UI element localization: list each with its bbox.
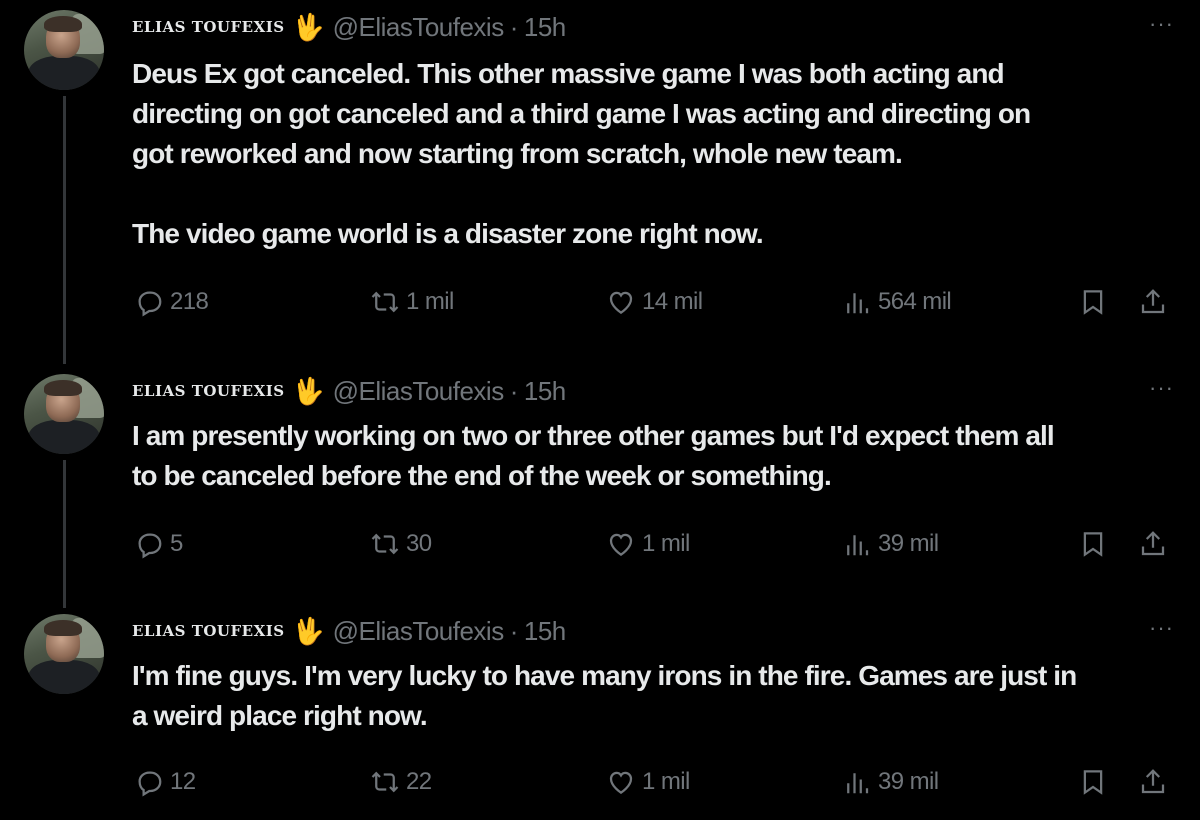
bookmark-icon xyxy=(1083,770,1103,795)
author-name[interactable]: ELIAS TOUFEXIS xyxy=(132,622,285,640)
separator-dot: · xyxy=(509,11,519,42)
tweet-text: I am presently working on two or three o… xyxy=(132,420,1055,491)
tweet-text: Deus Ex got canceled. This other massive… xyxy=(132,58,1031,249)
tweet-thread: ELIAS TOUFEXIS 🖖 @EliasToufexis · 15h ··… xyxy=(0,0,1200,820)
avatar[interactable] xyxy=(24,374,104,454)
views-button[interactable]: 564 mil xyxy=(842,282,952,322)
author-name[interactable]: ELIAS TOUFEXIS xyxy=(132,382,285,400)
author-handle[interactable]: @EliasToufexis xyxy=(333,616,505,647)
tweet-actions: 12 22 1 mil 39 mil xyxy=(0,762,1200,802)
tweet-actions: 218 1 mil 14 mil 564 mil xyxy=(0,282,1200,322)
views-count: 39 mil xyxy=(878,768,939,795)
author-name[interactable]: ELIAS TOUFEXIS xyxy=(132,18,285,36)
share-icon xyxy=(1141,289,1165,314)
repost-icon xyxy=(371,533,399,555)
vulcan-salute-icon: 🖖 xyxy=(292,375,325,406)
tweet-actions: 5 30 1 mil 39 mil xyxy=(0,524,1200,564)
like-count: 14 mil xyxy=(642,288,703,315)
more-icon[interactable]: ··· xyxy=(1149,617,1174,639)
bookmark-button[interactable] xyxy=(1078,282,1114,322)
separator-dot: · xyxy=(509,615,519,646)
views-count: 39 mil xyxy=(878,530,939,557)
tweet-header: ELIAS TOUFEXIS 🖖 @EliasToufexis · 15h xyxy=(132,616,566,646)
repost-button[interactable]: 22 xyxy=(370,762,432,802)
reply-count: 12 xyxy=(170,768,196,795)
views-button[interactable]: 39 mil xyxy=(842,524,939,564)
like-count: 1 mil xyxy=(642,530,690,557)
reply-count: 5 xyxy=(170,530,183,557)
repost-icon xyxy=(371,771,399,793)
tweet-header: ELIAS TOUFEXIS 🖖 @EliasToufexis · 15h xyxy=(132,376,566,406)
views-count: 564 mil xyxy=(878,288,952,315)
tweet-text: I'm fine guys. I'm very lucky to have ma… xyxy=(132,660,1077,731)
timestamp[interactable]: 15h xyxy=(524,376,566,407)
tweet[interactable]: ELIAS TOUFEXIS 🖖 @EliasToufexis · 15h ··… xyxy=(0,10,1200,350)
bookmark-icon xyxy=(1083,290,1103,315)
bookmark-icon xyxy=(1083,532,1103,557)
repost-button[interactable]: 1 mil xyxy=(370,282,454,322)
avatar[interactable] xyxy=(24,614,104,694)
reply-icon xyxy=(138,291,162,317)
tweet[interactable]: ELIAS TOUFEXIS 🖖 @EliasToufexis · 15h ··… xyxy=(0,374,1200,584)
like-button[interactable]: 14 mil xyxy=(606,282,703,322)
vulcan-salute-icon: 🖖 xyxy=(292,615,325,646)
like-button[interactable]: 1 mil xyxy=(606,762,690,802)
tweet[interactable]: ELIAS TOUFEXIS 🖖 @EliasToufexis · 15h ··… xyxy=(0,614,1200,814)
more-icon[interactable]: ··· xyxy=(1149,377,1174,399)
timestamp[interactable]: 15h xyxy=(524,12,566,43)
like-count: 1 mil xyxy=(642,768,690,795)
timestamp[interactable]: 15h xyxy=(524,616,566,647)
like-button[interactable]: 1 mil xyxy=(606,524,690,564)
repost-count: 1 mil xyxy=(406,288,454,315)
share-button[interactable] xyxy=(1138,762,1174,802)
separator-dot: · xyxy=(509,375,519,406)
author-handle[interactable]: @EliasToufexis xyxy=(333,12,505,43)
like-icon xyxy=(609,291,633,314)
reply-button[interactable]: 5 xyxy=(134,524,183,564)
avatar[interactable] xyxy=(24,10,104,90)
views-icon xyxy=(847,293,869,314)
reply-count: 218 xyxy=(170,288,209,315)
more-icon[interactable]: ··· xyxy=(1149,13,1174,35)
bookmark-button[interactable] xyxy=(1078,762,1114,802)
share-icon xyxy=(1141,531,1165,556)
share-button[interactable] xyxy=(1138,282,1174,322)
views-button[interactable]: 39 mil xyxy=(842,762,939,802)
repost-icon xyxy=(371,291,399,313)
share-icon xyxy=(1141,769,1165,794)
repost-count: 22 xyxy=(406,768,432,795)
like-icon xyxy=(609,771,633,794)
reply-icon xyxy=(138,771,162,797)
repost-count: 30 xyxy=(406,530,432,557)
like-icon xyxy=(609,533,633,556)
share-button[interactable] xyxy=(1138,524,1174,564)
views-icon xyxy=(847,773,869,794)
reply-button[interactable]: 218 xyxy=(134,282,209,322)
bookmark-button[interactable] xyxy=(1078,524,1114,564)
author-handle[interactable]: @EliasToufexis xyxy=(333,376,505,407)
vulcan-salute-icon: 🖖 xyxy=(292,11,325,42)
tweet-header: ELIAS TOUFEXIS 🖖 @EliasToufexis · 15h xyxy=(132,12,566,42)
views-icon xyxy=(847,535,869,556)
reply-button[interactable]: 12 xyxy=(134,762,196,802)
reply-icon xyxy=(138,533,162,559)
repost-button[interactable]: 30 xyxy=(370,524,432,564)
